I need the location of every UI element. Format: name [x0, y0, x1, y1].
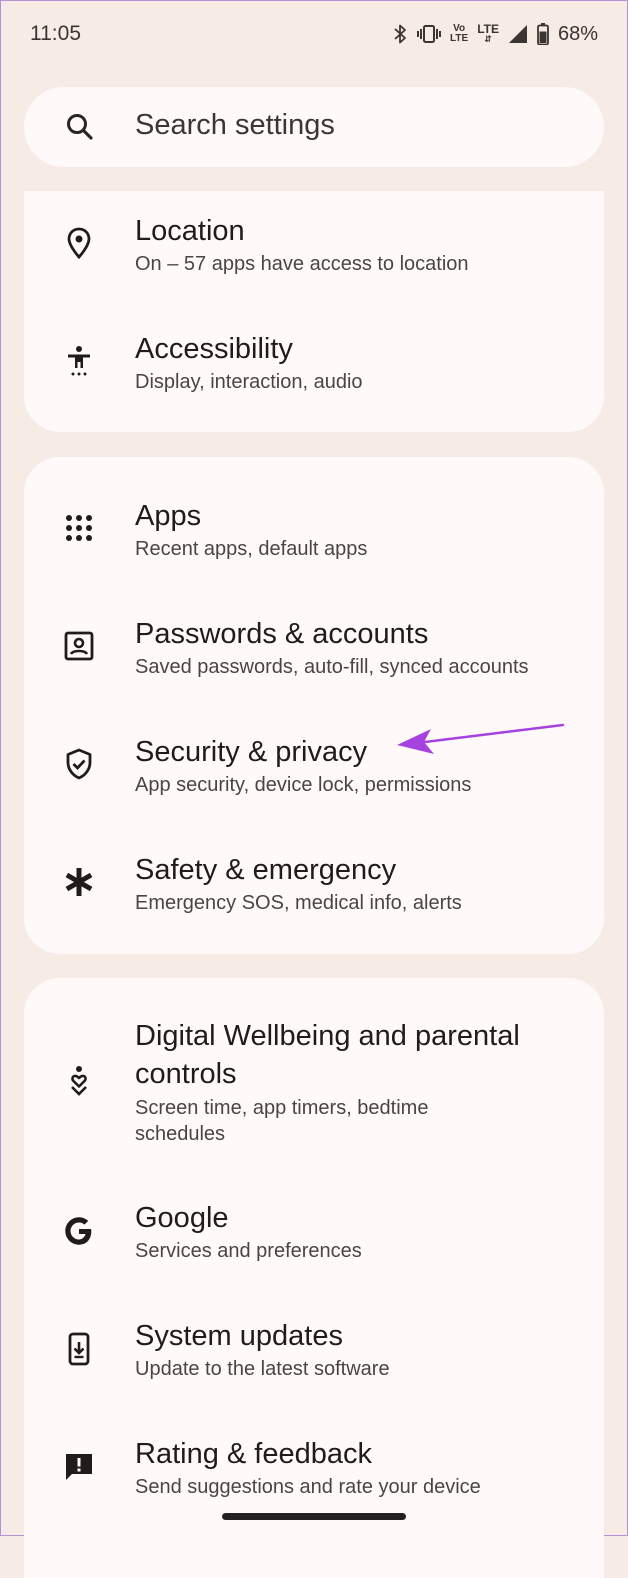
- item-subtitle: Recent apps, default apps: [135, 538, 368, 560]
- item-subtitle: Screen time, app timers, bedtime: [135, 1097, 429, 1119]
- settings-item-system-updates[interactable]: System updates Update to the latest soft…: [24, 1286, 604, 1404]
- settings-group-1: Location On – 57 apps have access to loc…: [24, 191, 604, 432]
- settings-item-google[interactable]: Google Services and preferences: [24, 1168, 604, 1286]
- item-subtitle: Send suggestions and rate your device: [135, 1476, 481, 1498]
- item-title: Safety & emergency: [135, 854, 397, 886]
- status-bar: 11:05 Vo LTE LTE ⇵ 68%: [0, 0, 628, 70]
- location-pin-icon: [62, 226, 96, 260]
- item-title: Accessibility: [135, 333, 293, 365]
- battery-icon: [537, 23, 549, 45]
- item-subtitle: Update to the latest software: [135, 1358, 390, 1380]
- item-title-continued: controls: [135, 1058, 237, 1090]
- search-icon: [67, 114, 93, 140]
- shield-check-icon: [62, 747, 96, 781]
- item-title: Apps: [135, 500, 202, 532]
- item-title: Google: [135, 1202, 229, 1234]
- item-title: Passwords & accounts: [135, 618, 429, 650]
- item-title: Rating & feedback: [135, 1438, 372, 1470]
- item-title: System updates: [135, 1320, 343, 1352]
- apps-grid-icon: [62, 511, 96, 545]
- item-subtitle: Display, interaction, audio: [135, 371, 363, 393]
- system-update-icon: [62, 1332, 96, 1366]
- accessibility-icon: [62, 344, 96, 378]
- item-subtitle-continued: schedules: [135, 1123, 226, 1145]
- settings-item-digital-wellbeing[interactable]: Digital Wellbeing and parental controls …: [24, 978, 604, 1168]
- annotation-arrow-icon: [397, 723, 565, 754]
- asterisk-icon: [62, 865, 96, 899]
- search-input[interactable]: Search settings: [135, 109, 335, 142]
- settings-item-safety-emergency[interactable]: Safety & emergency Emergency SOS, medica…: [24, 811, 604, 929]
- volte-icon: Vo LTE: [450, 23, 469, 44]
- settings-item-rating-feedback[interactable]: Rating & feedback Send suggestions and r…: [24, 1404, 604, 1522]
- google-g-icon: [62, 1214, 96, 1248]
- status-time: 11:05: [30, 22, 81, 45]
- search-bar[interactable]: Search settings: [24, 87, 604, 167]
- settings-item-location[interactable]: Location On – 57 apps have access to loc…: [24, 191, 604, 309]
- item-subtitle: Emergency SOS, medical info, alerts: [135, 892, 462, 914]
- item-title: Location: [135, 215, 245, 247]
- settings-item-apps[interactable]: Apps Recent apps, default apps: [24, 457, 604, 575]
- item-title: Security & privacy: [135, 736, 368, 768]
- item-title: Digital Wellbeing and parental: [135, 1020, 520, 1052]
- item-subtitle: Services and preferences: [135, 1240, 362, 1262]
- item-subtitle: Saved passwords, auto-fill, synced accou…: [135, 656, 529, 678]
- signal-icon: [508, 25, 527, 43]
- status-icons: Vo LTE LTE ⇵ 68%: [392, 20, 598, 48]
- settings-group-3: Digital Wellbeing and parental controls …: [24, 978, 604, 1578]
- item-subtitle: On – 57 apps have access to location: [135, 253, 469, 275]
- item-subtitle: App security, device lock, permissions: [135, 774, 472, 796]
- feedback-icon: [62, 1450, 96, 1484]
- vibrate-icon: [417, 25, 442, 43]
- settings-group-2: Apps Recent apps, default apps Passwords…: [24, 457, 604, 954]
- gesture-nav-handle[interactable]: [222, 1513, 406, 1520]
- settings-item-passwords-accounts[interactable]: Passwords & accounts Saved passwords, au…: [24, 575, 604, 693]
- settings-item-accessibility[interactable]: Accessibility Display, interaction, audi…: [24, 309, 604, 427]
- account-box-icon: [62, 629, 96, 663]
- battery-percent: 68%: [557, 22, 598, 45]
- bluetooth-icon: [394, 24, 406, 44]
- lte-icon: LTE ⇵: [477, 22, 499, 44]
- wellbeing-icon: [62, 1063, 96, 1097]
